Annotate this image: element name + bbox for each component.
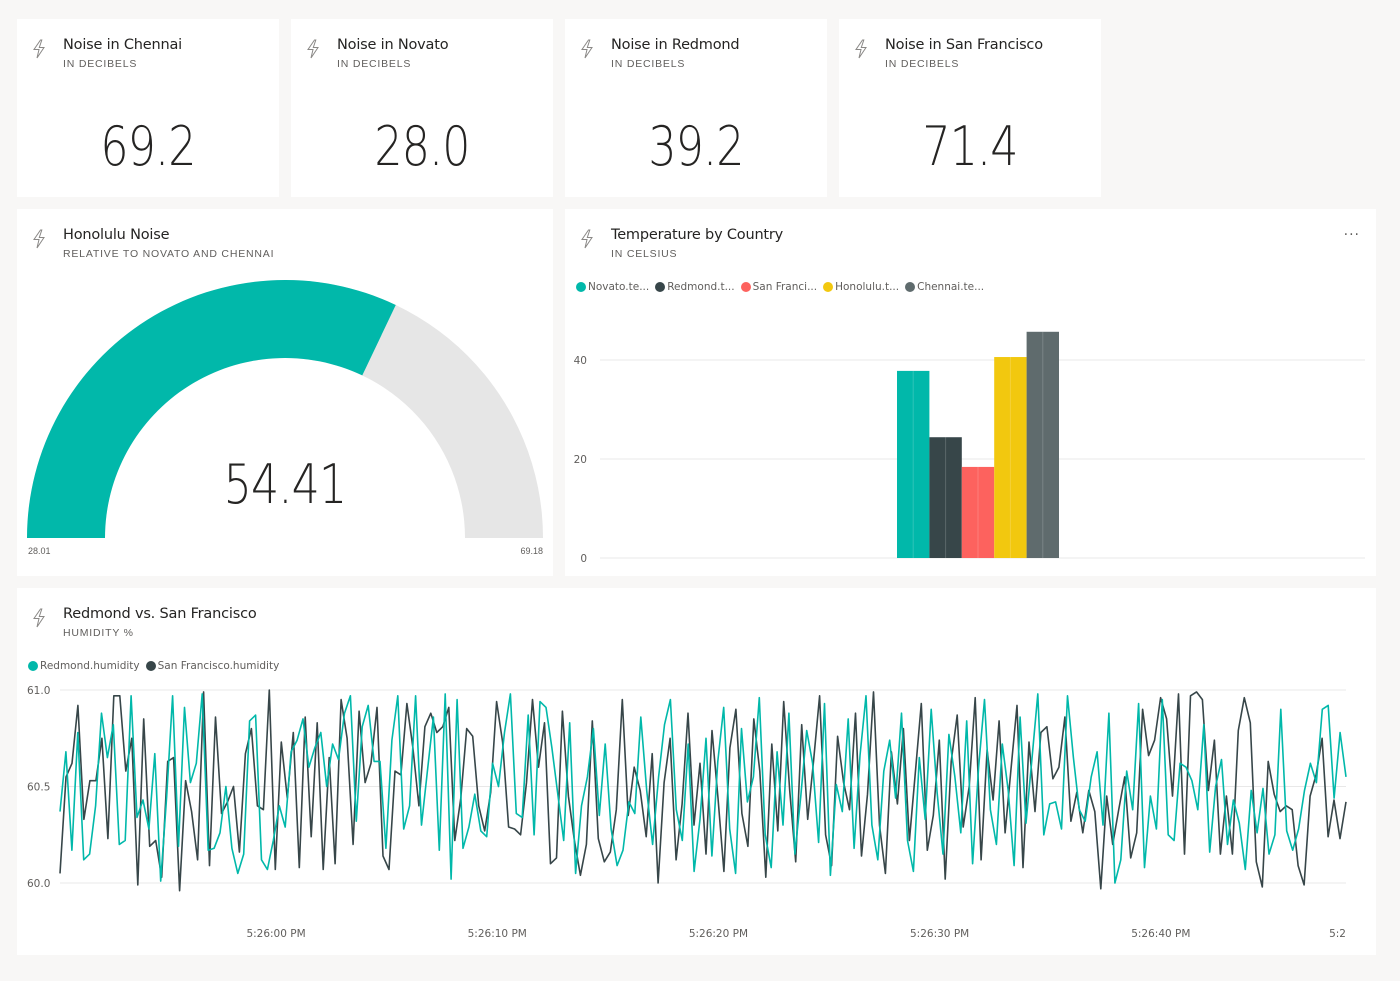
kpi-value: 71.4 xyxy=(922,115,1018,178)
gauge-value: 54.41 xyxy=(223,453,347,516)
x-tick-label: 5:2 xyxy=(1329,928,1346,940)
y-tick-label: 40 xyxy=(574,355,587,367)
x-tick-label: 5:26:40 PM xyxy=(1131,928,1190,940)
x-tick-label: 5:26:20 PM xyxy=(689,928,748,940)
kpi-card-redmond[interactable]: Noise in Redmond IN DECIBELS 39.2 xyxy=(565,19,827,197)
kpi-value: 69.2 xyxy=(100,115,196,178)
x-tick-label: 5:26:00 PM xyxy=(246,928,305,940)
line-chart: 60.0 60.5 61.0 5:26:00 PM 5:26:10 PM 5:26:20 … xyxy=(27,685,1347,940)
y-tick-label: 60.5 xyxy=(27,782,50,794)
lightning-bolt-icon xyxy=(855,39,867,59)
kpi-subtitle: IN DECIBELS xyxy=(63,58,138,70)
y-tick-label: 60.0 xyxy=(27,878,50,890)
gauge-max-label: 69.18 xyxy=(520,546,543,556)
kpi-value: 39.2 xyxy=(648,115,744,178)
kpi-card-chennai[interactable]: Noise in Chennai IN DECIBELS 69.2 xyxy=(17,19,279,197)
kpi-subtitle: IN DECIBELS xyxy=(885,58,960,70)
kpi-card-novato[interactable]: Noise in Novato IN DECIBELS 28.0 xyxy=(291,19,553,197)
kpi-card-san-francisco[interactable]: Noise in San Francisco IN DECIBELS 71.4 xyxy=(839,19,1101,197)
kpi-title: Noise in Chennai xyxy=(63,37,182,53)
series-line xyxy=(59,693,1347,884)
y-tick-label: 61.0 xyxy=(27,685,50,697)
line-chart-card[interactable]: Redmond vs. San Francisco HUMIDITY % Red… xyxy=(17,588,1376,955)
x-tick-label: 5:26:10 PM xyxy=(468,928,527,940)
gauge-card[interactable]: Honolulu Noise RELATIVE TO NOVATO AND CH… xyxy=(17,209,553,576)
kpi-value: 28.0 xyxy=(374,115,470,178)
gauge-min-label: 28.01 xyxy=(28,546,51,556)
kpi-title: Noise in Redmond xyxy=(611,37,740,53)
gauge-chart xyxy=(27,279,543,538)
lightning-bolt-icon xyxy=(307,39,319,59)
kpi-subtitle: IN DECIBELS xyxy=(611,58,686,70)
lightning-bolt-icon xyxy=(33,39,45,59)
kpi-title: Noise in Novato xyxy=(337,37,449,53)
series-line xyxy=(59,689,1347,892)
y-tick-label: 20 xyxy=(574,454,587,466)
y-tick-label: 0 xyxy=(580,553,587,565)
x-tick-label: 5:26:30 PM xyxy=(910,928,969,940)
kpi-subtitle: IN DECIBELS xyxy=(337,58,412,70)
kpi-title: Noise in San Francisco xyxy=(885,37,1043,53)
bar-chart-card[interactable]: Temperature by Country IN CELSIUS ··· No… xyxy=(565,209,1376,576)
lightning-bolt-icon xyxy=(581,39,593,59)
bar-chart: 0 20 40 xyxy=(574,331,1365,565)
